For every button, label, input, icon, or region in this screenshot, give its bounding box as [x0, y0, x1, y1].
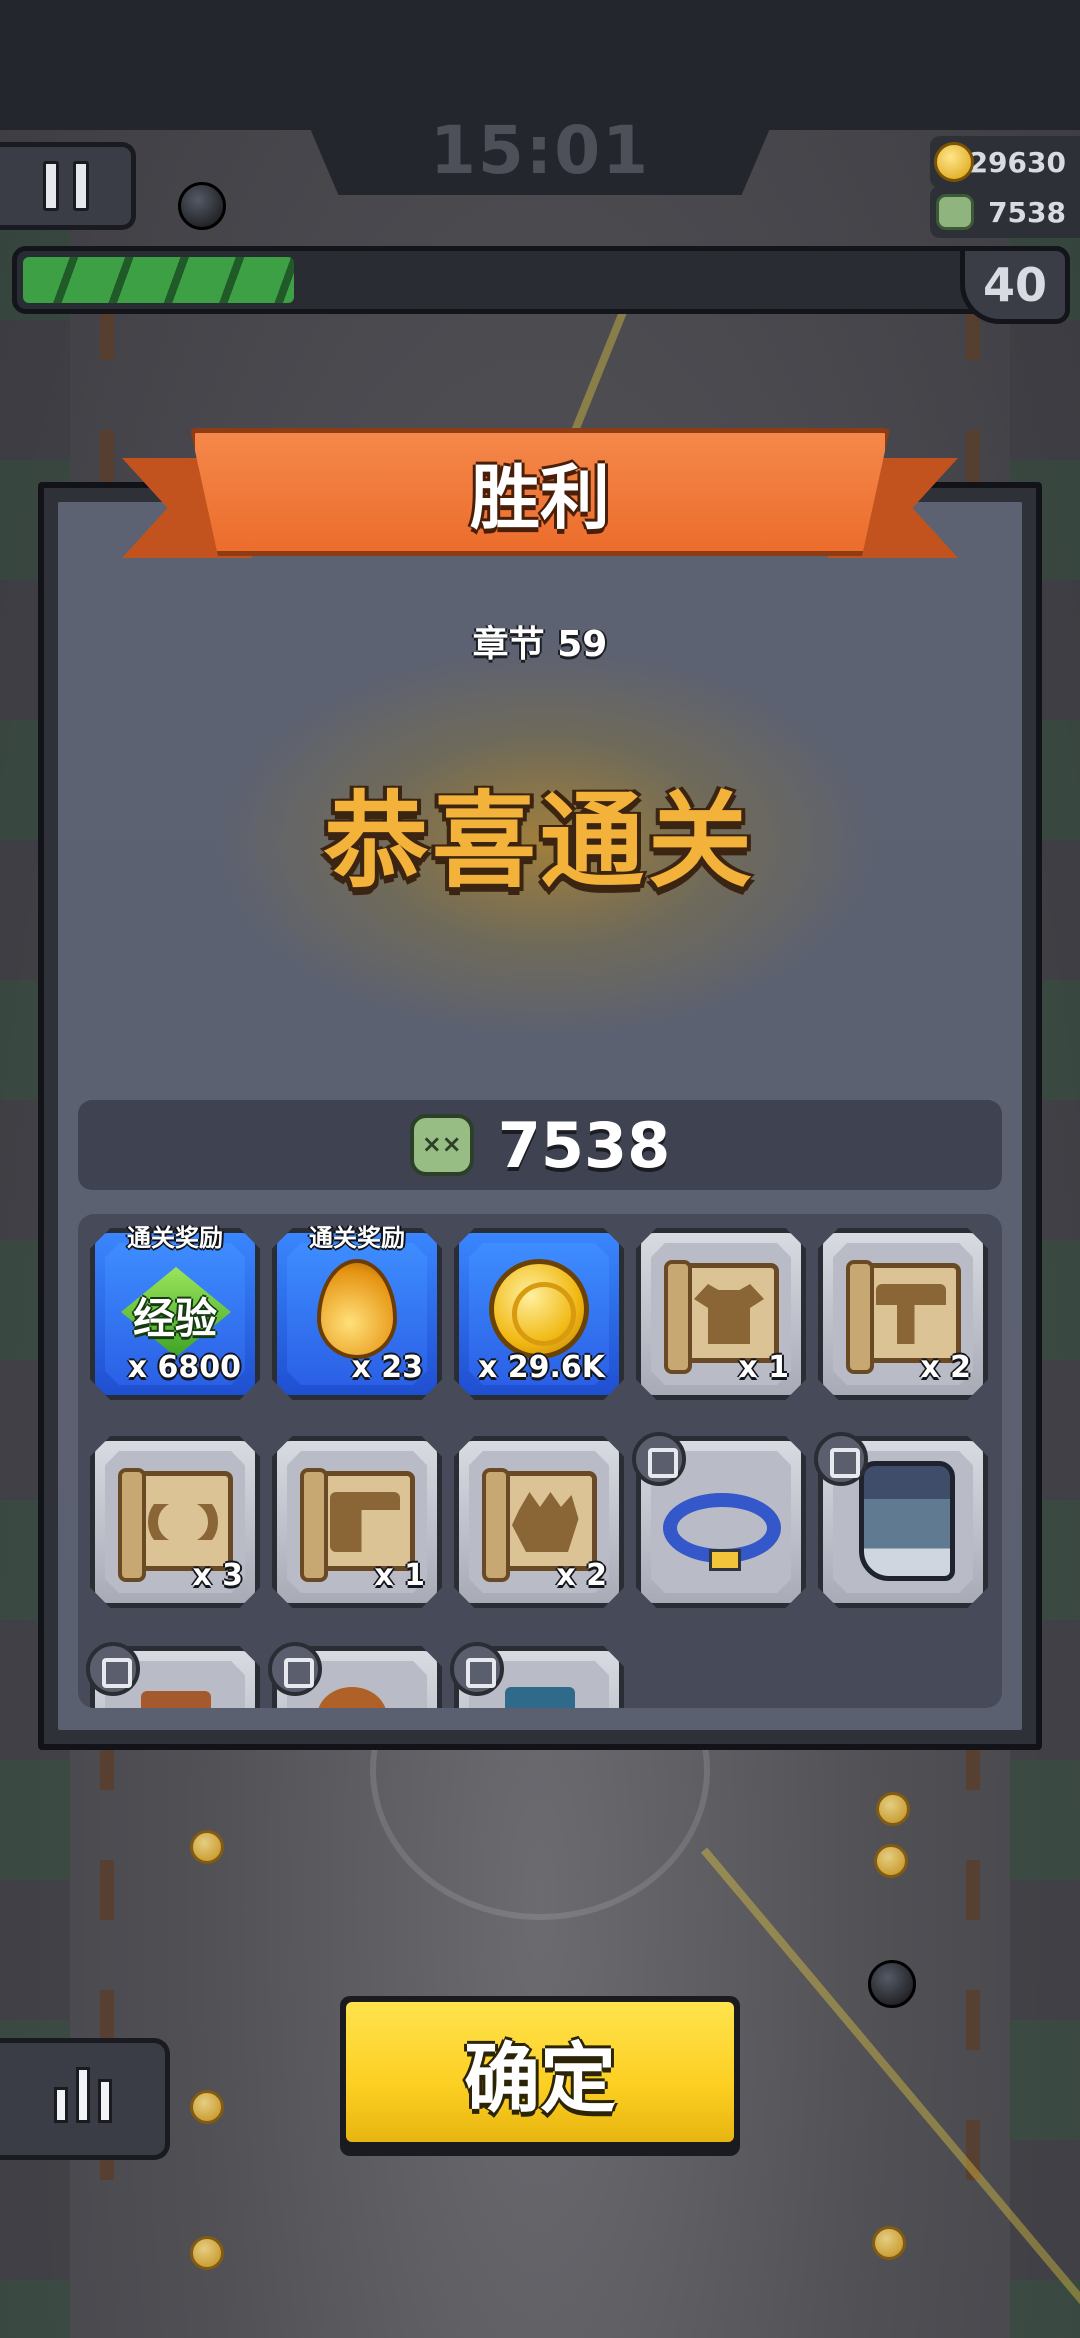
victory-title: 胜利 — [470, 456, 610, 539]
kill-total: 7538 — [497, 1108, 671, 1182]
game-timer: 15:01 — [429, 112, 651, 189]
chapter-label: 章节 59 — [472, 624, 608, 665]
clear-reward-tag: 通关奖励 — [127, 1224, 223, 1252]
reward-count: x 1 — [374, 1558, 425, 1593]
reward-tile-weapon-blueprint[interactable]: x 2 — [818, 1228, 988, 1400]
level-indicator: 40 — [960, 246, 1070, 324]
kill-amount: 7538 — [988, 195, 1066, 229]
reward-tile-glove-blueprint[interactable]: x 2 — [454, 1436, 624, 1608]
confirm-button[interactable]: 确定 — [340, 1996, 740, 2156]
armor-icon — [141, 1691, 211, 1708]
reward-tile-energy[interactable]: x 23 — [272, 1228, 442, 1400]
pants-icon — [505, 1687, 575, 1708]
necklace-slot-badge-icon — [632, 1432, 686, 1486]
bar-chart-icon — [53, 2087, 68, 2123]
gold-coin-icon — [934, 142, 974, 182]
skull-icon — [409, 1114, 474, 1176]
coin-icon — [190, 2236, 224, 2270]
clear-headline: 恭喜通关 — [323, 780, 756, 902]
reward-tile-gold[interactable]: x 29.6K — [454, 1228, 624, 1400]
skull-icon — [936, 194, 974, 230]
reward-count: x 2 — [920, 1350, 971, 1385]
confirm-button-label: 确定 — [346, 2002, 734, 2142]
bomb-icon — [868, 1960, 916, 2008]
pants-slot-badge-icon — [450, 1642, 504, 1696]
reward-count: x 2 — [556, 1558, 607, 1593]
xp-progress-fill — [23, 257, 294, 303]
reward-tile-belt-blueprint[interactable]: x 3 — [90, 1436, 260, 1608]
exp-label: 经验 — [132, 1294, 217, 1343]
boots-slot-badge-icon — [814, 1432, 868, 1486]
pause-icon — [72, 161, 89, 211]
pause-button[interactable] — [0, 142, 136, 230]
kill-counter: 7538 — [930, 186, 1080, 238]
gold-amount: 29630 — [968, 145, 1066, 179]
reward-count: x 6800 — [127, 1350, 241, 1385]
gold-counter: 29630 — [930, 136, 1080, 188]
reward-tile-armor-blueprint[interactable]: x 1 — [636, 1228, 806, 1400]
bar-chart-icon — [75, 2067, 90, 2123]
coin-icon — [876, 1792, 910, 1826]
coin-icon — [872, 2226, 906, 2260]
xp-progress-bar: 40 — [12, 246, 1070, 324]
boots-icon — [859, 1461, 955, 1581]
pause-icon — [42, 161, 59, 211]
reward-count: x 29.6K — [477, 1350, 605, 1385]
title-ribbon: 胜利 — [122, 428, 958, 588]
reward-tile-exp[interactable]: 经验 x 6800 — [90, 1228, 260, 1400]
bomb-icon — [178, 182, 226, 230]
coin-icon — [874, 1844, 908, 1878]
armor-slot-badge-icon — [86, 1642, 140, 1696]
reward-count: x 23 — [351, 1350, 423, 1385]
reward-count: x 3 — [192, 1558, 243, 1593]
bar-chart-icon — [97, 2079, 112, 2123]
weapon-blueprint-icon — [846, 1260, 961, 1374]
gold-coin-icon — [489, 1259, 589, 1359]
stats-button[interactable] — [0, 2038, 170, 2160]
clear-reward-tag: 通关奖励 — [309, 1224, 405, 1252]
glove-blueprint-icon — [482, 1468, 597, 1582]
belt-blueprint-icon — [118, 1468, 233, 1582]
reward-tile-pants-blueprint[interactable]: x 1 — [272, 1436, 442, 1608]
armor-blueprint-icon — [664, 1260, 779, 1374]
coin-icon — [190, 1830, 224, 1864]
necklace-slot-badge-icon — [268, 1642, 322, 1696]
pants-blueprint-icon — [300, 1468, 415, 1582]
reward-count: x 1 — [738, 1350, 789, 1385]
kill-summary: 7538 — [78, 1100, 1002, 1190]
coin-icon — [190, 2090, 224, 2124]
reward-grid[interactable]: 经验 x 6800 通关奖励 x 23 通关奖励 x 29.6K x 1 x 2… — [78, 1214, 1002, 1708]
belt-buckle — [709, 1549, 741, 1571]
